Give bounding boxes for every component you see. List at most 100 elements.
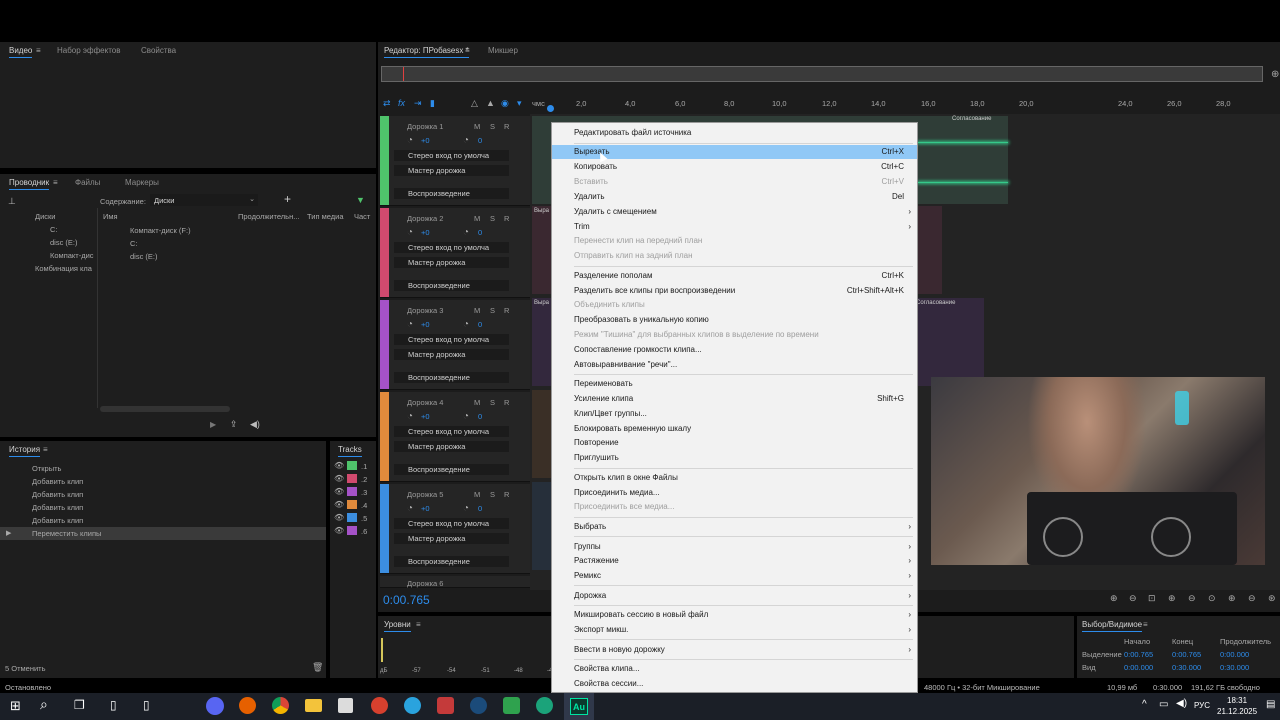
menu-icon[interactable]: ≡ bbox=[465, 46, 470, 55]
audio-clip[interactable] bbox=[532, 482, 552, 570]
playhead-handle[interactable] bbox=[547, 105, 554, 112]
menu-item-remix[interactable]: Ремикс › bbox=[552, 569, 917, 583]
marker-icon[interactable]: ▾ bbox=[517, 98, 522, 109]
volume-knob-icon[interactable]: ◔ bbox=[407, 135, 413, 146]
menu-icon[interactable]: ≡ bbox=[43, 445, 48, 454]
menu-item-silence[interactable]: Режим "Тишина" для выбранных клипов в вы… bbox=[552, 328, 917, 342]
menu-item-bring-front[interactable]: Перенести клип на передний план bbox=[552, 234, 917, 248]
solo-button[interactable]: S bbox=[490, 122, 495, 131]
mute-button[interactable]: M bbox=[474, 490, 480, 499]
output-select[interactable]: Мастер дорожка bbox=[394, 533, 509, 544]
tab-editor[interactable]: Редактор: ПРобаsesx * bbox=[384, 46, 469, 58]
menu-icon[interactable]: ≡ bbox=[1143, 620, 1148, 629]
menu-item-select[interactable]: Выбрать › bbox=[552, 520, 917, 534]
folder-icon[interactable] bbox=[305, 699, 322, 712]
fx-icon[interactable]: fx bbox=[398, 98, 405, 108]
menu-item-track[interactable]: Дорожка › bbox=[552, 589, 917, 603]
file-icon[interactable]: ▯ bbox=[143, 698, 150, 712]
column-header[interactable]: Част bbox=[354, 212, 370, 221]
volume-knob-icon[interactable]: ◔ bbox=[407, 503, 413, 514]
menu-item-split[interactable]: Разделение пополам Ctrl+K bbox=[552, 269, 917, 283]
pan-value[interactable]: 0 bbox=[478, 412, 482, 421]
zoom-selection-icon[interactable]: ⊙ bbox=[1208, 593, 1216, 604]
input-select[interactable]: Стерео вход по умолча bbox=[394, 242, 509, 253]
track-name[interactable]: Дорожка 6 bbox=[407, 579, 443, 588]
pan-knob-icon[interactable]: ◔ bbox=[463, 227, 469, 238]
menu-icon[interactable]: ≡ bbox=[416, 620, 421, 629]
menu-item-clip-properties[interactable]: Свойства клипа... bbox=[552, 662, 917, 676]
clock-date[interactable]: 21.12.2025 bbox=[1217, 707, 1257, 716]
column-header[interactable]: Продолжительн... bbox=[238, 212, 299, 221]
menu-icon[interactable]: ≡ bbox=[53, 178, 58, 187]
metronome-icon[interactable]: △ bbox=[471, 98, 478, 109]
zoom-out-point-icon[interactable]: ⊖ bbox=[1248, 593, 1256, 604]
menu-item-edit-source[interactable]: Редактировать файл источника bbox=[552, 126, 917, 140]
file-icon[interactable]: ▯ bbox=[110, 698, 117, 712]
selection-start[interactable]: 0:00.765 bbox=[1124, 650, 1153, 659]
view-start[interactable]: 0:00.000 bbox=[1124, 663, 1153, 672]
eye-icon[interactable]: 👁 bbox=[334, 487, 344, 496]
discord-icon[interactable] bbox=[206, 697, 224, 715]
file-item[interactable]: disc (E:) bbox=[130, 252, 158, 261]
menu-item-bounce-track[interactable]: Ввести в новую дорожку › bbox=[552, 643, 917, 657]
input-select[interactable]: Стерео вход по умолча bbox=[394, 518, 509, 529]
history-item[interactable]: Добавить клип bbox=[0, 475, 326, 488]
mute-button[interactable]: M bbox=[474, 398, 480, 407]
track-name[interactable]: Дорожка 5 bbox=[407, 490, 443, 499]
zoom-reset-icon[interactable]: ⊛ bbox=[1268, 593, 1276, 604]
play-icon[interactable]: ▶ bbox=[210, 420, 216, 429]
output-select[interactable]: Мастер дорожка bbox=[394, 257, 509, 268]
mode-select[interactable]: Воспроизведение bbox=[394, 188, 509, 199]
mode-select[interactable]: Воспроизведение bbox=[394, 372, 509, 383]
app-icon[interactable] bbox=[437, 697, 454, 714]
record-button[interactable]: R bbox=[504, 122, 509, 131]
file-item[interactable]: C: bbox=[130, 239, 138, 248]
record-button[interactable]: R bbox=[504, 398, 509, 407]
audition-button[interactable]: Au bbox=[564, 693, 594, 720]
column-header[interactable]: Тип медиа bbox=[307, 212, 344, 221]
tree-item[interactable]: C: bbox=[50, 225, 58, 234]
eye-icon[interactable]: 👁 bbox=[334, 526, 344, 535]
tree-item[interactable]: Компакт-дис bbox=[50, 251, 94, 260]
mute-button[interactable]: M bbox=[474, 122, 480, 131]
menu-item-delete[interactable]: Удалить Del bbox=[552, 190, 917, 204]
selection-duration[interactable]: 0:00.000 bbox=[1220, 650, 1249, 659]
zoom-full-icon[interactable]: ⊡ bbox=[1148, 593, 1156, 604]
volume-icon[interactable]: ◀) bbox=[1176, 698, 1187, 709]
record-button[interactable]: R bbox=[504, 490, 509, 499]
ruler[interactable]: чмс 2,0 4,0 6,0 8,0 10,0 12,0 14,0 16,0 … bbox=[530, 98, 1270, 112]
mode-select[interactable]: Воспроизведение bbox=[394, 280, 509, 291]
eye-icon[interactable]: 👁 bbox=[334, 461, 344, 470]
tracks-title[interactable]: Tracks bbox=[338, 445, 362, 457]
menu-item-unique-copy[interactable]: Преобразовать в уникальную копию bbox=[552, 313, 917, 327]
solo-button[interactable]: S bbox=[490, 398, 495, 407]
history-item[interactable]: ▶ Переместить клипы bbox=[0, 527, 326, 540]
chevron-up-icon[interactable]: ^ bbox=[1142, 699, 1147, 710]
eye-icon[interactable]: 👁 bbox=[334, 513, 344, 522]
location-icon[interactable]: ⊥ bbox=[8, 196, 16, 207]
history-title[interactable]: История bbox=[9, 445, 41, 457]
steam-icon[interactable] bbox=[470, 697, 487, 714]
menu-item-stretch[interactable]: Растяжение › bbox=[552, 554, 917, 568]
view-duration[interactable]: 0:30.000 bbox=[1220, 663, 1249, 672]
zoom-out-time-icon[interactable]: ⊖ bbox=[1188, 593, 1196, 604]
zoom-icon[interactable]: ⊕ bbox=[1271, 69, 1279, 80]
keyboard-language[interactable]: РУС bbox=[1194, 701, 1210, 710]
menu-item-groups[interactable]: Группы › bbox=[552, 540, 917, 554]
volume-knob-icon[interactable]: ◔ bbox=[407, 227, 413, 238]
tab-markers[interactable]: Маркеры bbox=[125, 178, 159, 187]
tab-explorer[interactable]: Проводник bbox=[9, 178, 50, 190]
eye-icon[interactable]: 👁 bbox=[334, 500, 344, 509]
history-item[interactable]: Добавить клип bbox=[0, 514, 326, 527]
zoom-out-amplitude-icon[interactable]: ⊖ bbox=[1129, 593, 1137, 604]
menu-item-clip-gain[interactable]: Усиление клипа Shift+G bbox=[552, 392, 917, 406]
green-app-icon[interactable] bbox=[536, 697, 553, 714]
view-end[interactable]: 0:30.000 bbox=[1172, 663, 1201, 672]
solo-button[interactable]: S bbox=[490, 490, 495, 499]
volume-knob-icon[interactable]: ◔ bbox=[407, 319, 413, 330]
file-item[interactable]: Компакт-диск (F:) bbox=[130, 226, 191, 235]
column-header[interactable]: Имя bbox=[103, 212, 118, 221]
audio-clip[interactable] bbox=[532, 390, 552, 478]
tab-files[interactable]: Файлы bbox=[75, 178, 100, 187]
volume-value[interactable]: +0 bbox=[421, 228, 430, 237]
